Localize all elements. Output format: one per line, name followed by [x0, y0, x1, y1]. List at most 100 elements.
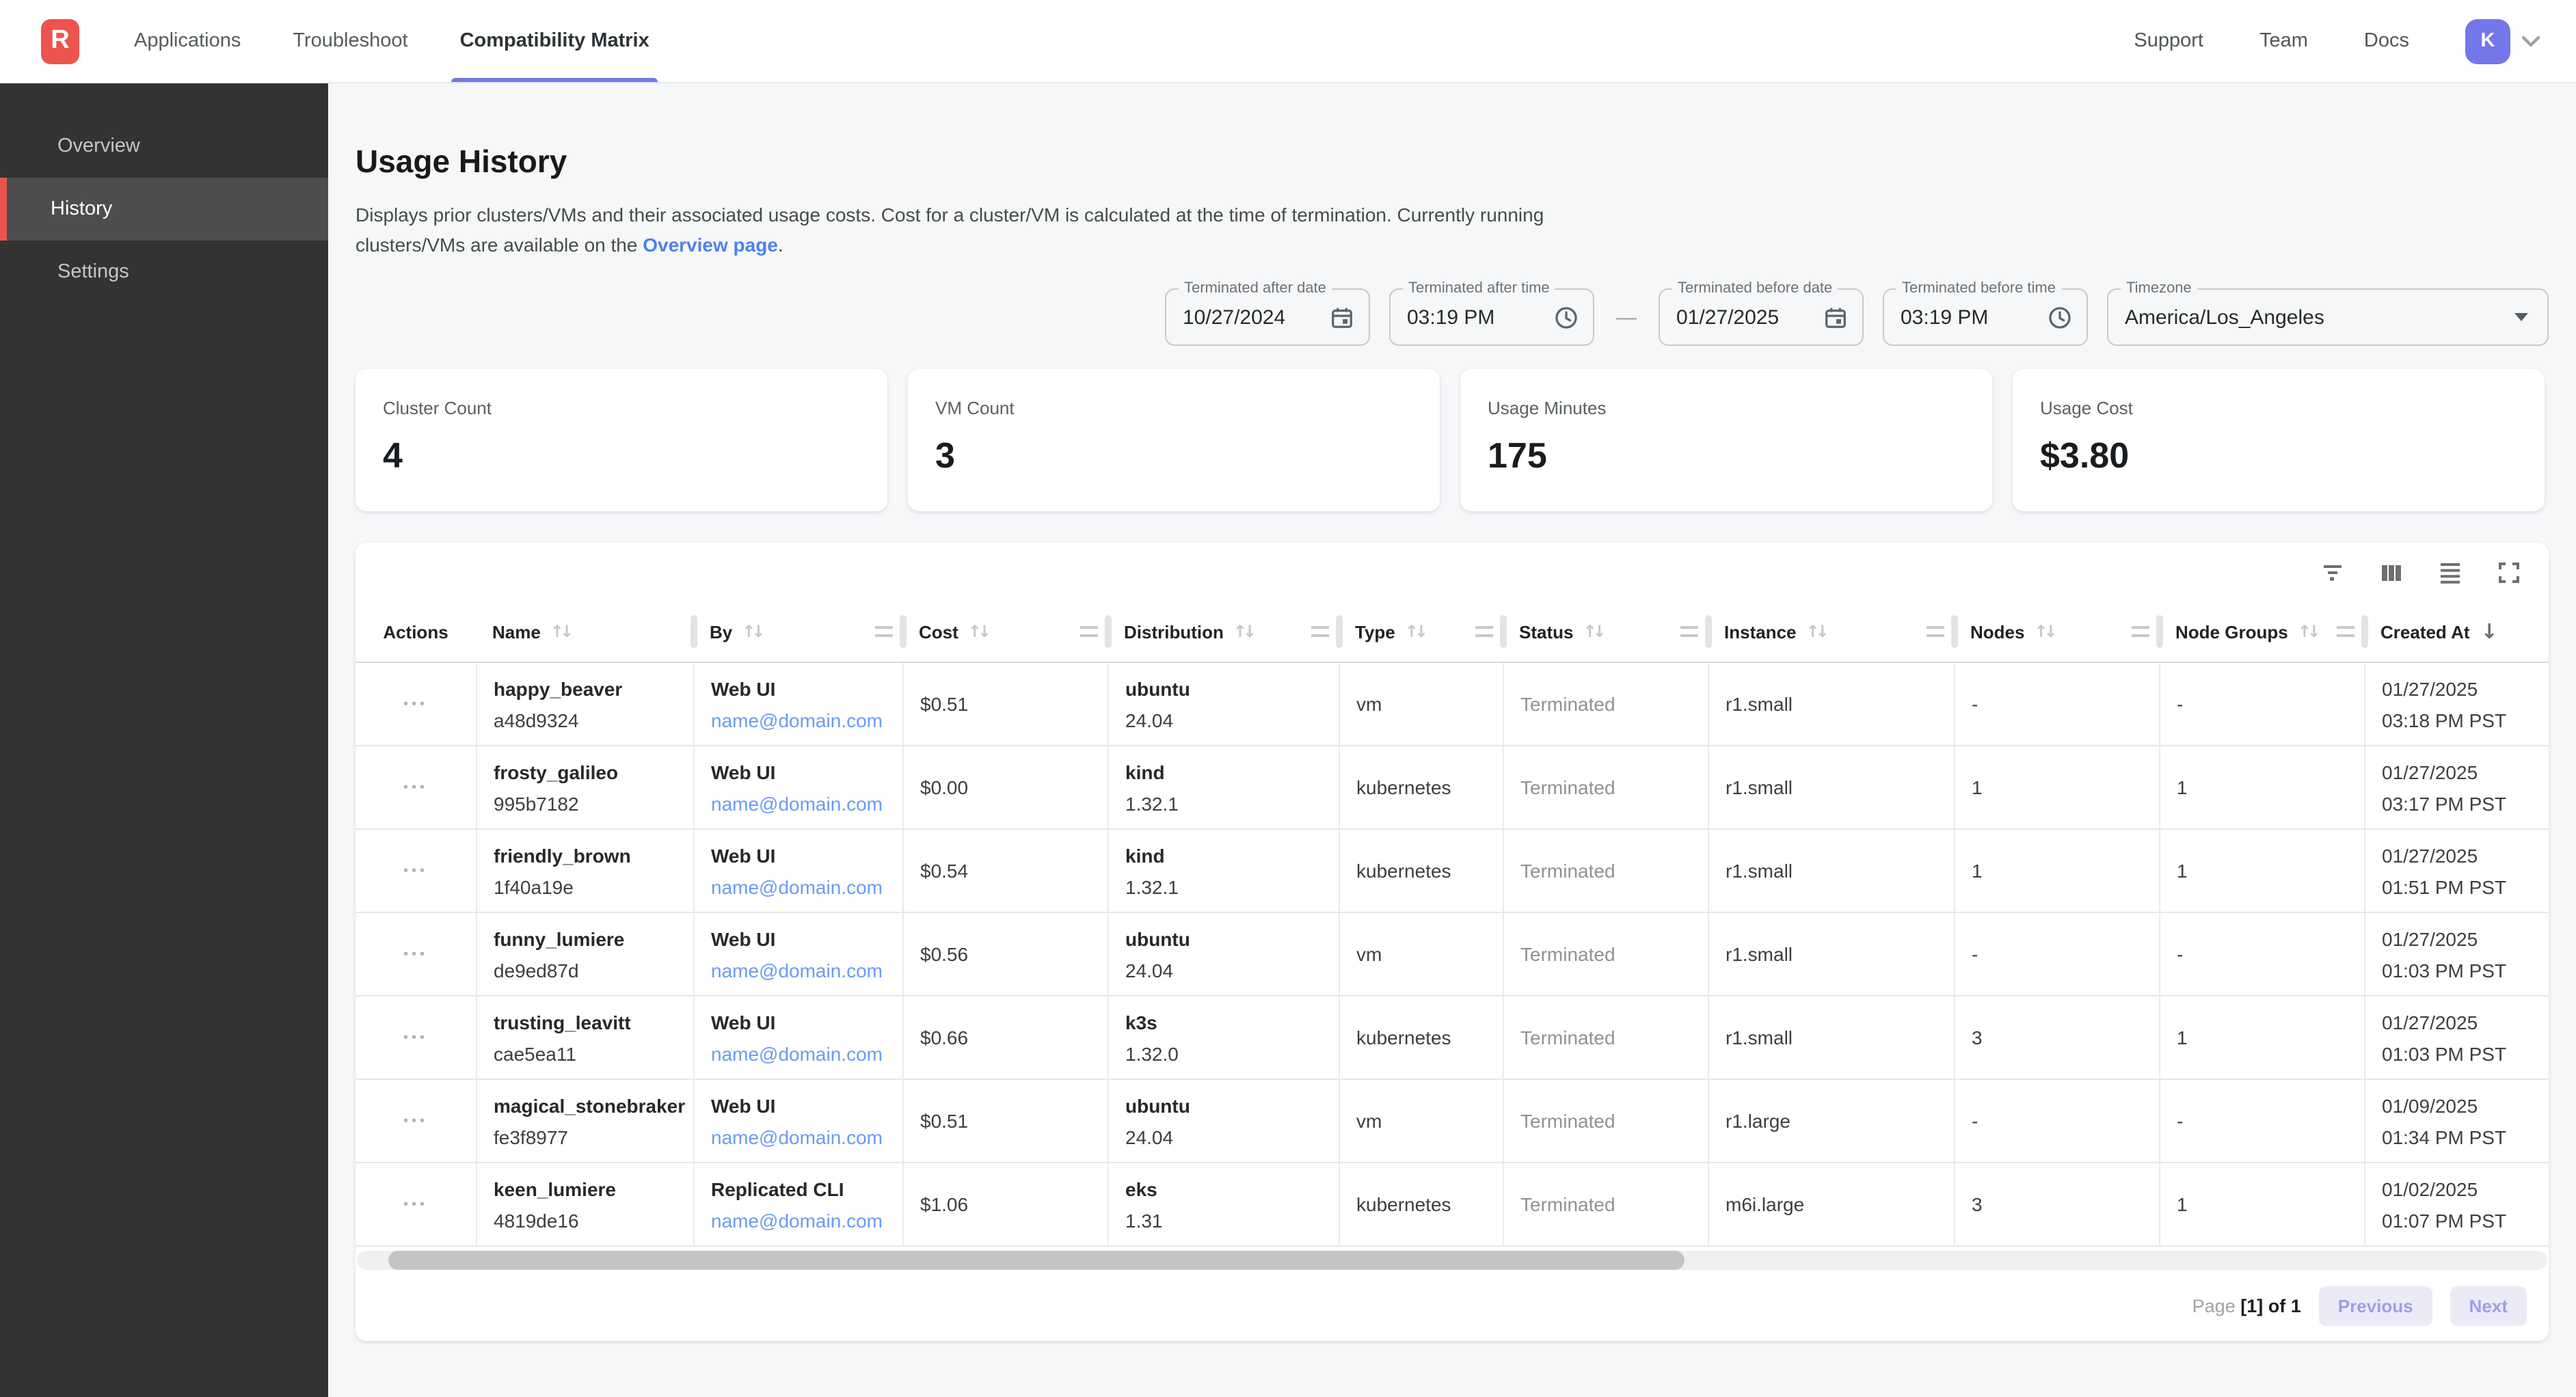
sort-icon[interactable]: ↑↓ [1405, 622, 1428, 641]
created-by-source: Web UI [711, 1011, 902, 1033]
drag-handle-icon[interactable] [1080, 626, 1098, 637]
replicated-logo[interactable]: R [41, 18, 79, 64]
by-cell: Replicated CLIname@domain.com [693, 1163, 902, 1245]
column-header-distribution[interactable]: Distribution↑↓ [1108, 601, 1339, 662]
tab-compatibility-matrix[interactable]: Compatibility Matrix [460, 0, 649, 82]
column-divider[interactable] [2156, 615, 2162, 648]
table-header-row: Actions Name↑↓ By↑↓ Cost↑↓ Distribution↑… [355, 601, 2549, 663]
drag-handle-icon[interactable] [1475, 626, 1493, 637]
column-header-by[interactable]: By↑↓ [693, 601, 902, 662]
row-actions-ellipsis-icon[interactable] [403, 1113, 428, 1128]
row-actions-ellipsis-icon[interactable] [403, 780, 428, 795]
column-header-instance[interactable]: Instance↑↓ [1708, 601, 1954, 662]
row-actions-ellipsis-icon[interactable] [403, 696, 428, 711]
row-actions-ellipsis-icon[interactable] [403, 1197, 428, 1212]
sort-icon[interactable]: ↑↓ [2298, 622, 2321, 641]
column-divider[interactable] [1335, 615, 1342, 648]
column-header-type[interactable]: Type↑↓ [1339, 601, 1503, 662]
column-header-cost[interactable]: Cost↑↓ [902, 601, 1108, 662]
drag-handle-icon[interactable] [1927, 626, 1944, 637]
sidebar-item-overview[interactable]: Overview [0, 115, 328, 178]
sort-desc-icon[interactable]: ↓ [2481, 619, 2498, 644]
drag-handle-icon[interactable] [1311, 626, 1329, 637]
fullscreen-icon[interactable] [2495, 558, 2523, 586]
terminated-before-date-field[interactable]: Terminated before date 01/27/2025 [1659, 288, 1864, 346]
column-divider[interactable] [899, 615, 906, 648]
column-divider[interactable] [690, 615, 697, 648]
created-by-email-link[interactable]: name@domain.com [711, 1209, 902, 1231]
overview-page-link[interactable]: Overview page [643, 233, 778, 255]
sort-icon[interactable]: ↑↓ [968, 622, 991, 641]
status-badge: Terminated [1520, 693, 1708, 715]
column-label: Name [492, 621, 541, 642]
density-toggle-icon[interactable] [2437, 558, 2464, 586]
column-header-nodes[interactable]: Nodes↑↓ [1954, 601, 2159, 662]
column-divider[interactable] [1704, 615, 1711, 648]
column-divider[interactable] [2361, 615, 2367, 648]
sidebar-item-settings[interactable]: Settings [0, 241, 328, 303]
table-row: magical_stonebrakerfe3f8977 Web UIname@d… [355, 1080, 2549, 1163]
drag-handle-icon[interactable] [875, 626, 893, 637]
column-header-status[interactable]: Status↑↓ [1503, 601, 1708, 662]
calendar-icon[interactable] [1329, 304, 1355, 330]
terminated-after-time-field[interactable]: Terminated after time 03:19 PM [1389, 288, 1594, 346]
page-title: Usage History [355, 142, 2549, 180]
status-cell: Terminated [1503, 830, 1708, 912]
actions-cell [355, 913, 476, 995]
created-by-email-link[interactable]: name@domain.com [711, 792, 902, 814]
sort-icon[interactable]: ↑↓ [1583, 622, 1606, 641]
column-header-node-groups[interactable]: Node Groups↑↓ [2159, 601, 2364, 662]
sort-icon[interactable]: ↑↓ [2034, 622, 2057, 641]
created-by-email-link[interactable]: name@domain.com [711, 1042, 902, 1064]
usage-history-page: R Applications Troubleshoot Compatibilit… [0, 0, 2576, 1397]
created-by-source: Web UI [711, 761, 902, 783]
drag-handle-icon[interactable] [2132, 626, 2149, 637]
column-header-name[interactable]: Name ↑↓ [476, 601, 693, 662]
sidebar-item-history[interactable]: History [0, 178, 328, 241]
cost-value: $0.51 [920, 693, 1108, 715]
column-divider[interactable] [1950, 615, 1957, 648]
drag-handle-icon[interactable] [2337, 626, 2354, 637]
drag-handle-icon[interactable] [1680, 626, 1698, 637]
row-actions-ellipsis-icon[interactable] [403, 863, 428, 878]
created-at-cell: 01/27/202503:17 PM PST [2364, 746, 2549, 828]
sort-icon[interactable]: ↑↓ [1806, 622, 1829, 641]
created-by-email-link[interactable]: name@domain.com [711, 876, 902, 897]
status-cell: Terminated [1503, 746, 1708, 828]
tab-applications[interactable]: Applications [134, 0, 241, 82]
user-menu[interactable]: K [2465, 18, 2540, 64]
column-divider[interactable] [1499, 615, 1506, 648]
sort-icon[interactable]: ↑↓ [742, 622, 765, 641]
table-body: happy_beavera48d9324 Web UIname@domain.c… [355, 663, 2549, 1247]
nav-link-docs[interactable]: Docs [2364, 30, 2409, 52]
stat-cards: Cluster Count 4 VM Count 3 Usage Minutes… [355, 369, 2549, 511]
next-page-button[interactable]: Next [2450, 1286, 2527, 1326]
tab-troubleshoot[interactable]: Troubleshoot [293, 0, 407, 82]
nav-link-team[interactable]: Team [2259, 30, 2308, 52]
previous-page-button[interactable]: Previous [2319, 1286, 2432, 1326]
created-by-email-link[interactable]: name@domain.com [711, 959, 902, 981]
clock-icon[interactable] [2047, 304, 2073, 330]
show-hide-columns-icon[interactable] [2378, 558, 2405, 586]
sort-icon[interactable]: ↑↓ [550, 622, 574, 641]
type-value: kubernetes [1356, 776, 1503, 798]
row-actions-ellipsis-icon[interactable] [403, 947, 428, 962]
created-by-email-link[interactable]: name@domain.com [711, 709, 902, 731]
timezone-select[interactable]: Timezone America/Los_Angeles [2107, 288, 2549, 346]
sort-icon[interactable]: ↑↓ [1233, 622, 1257, 641]
column-divider[interactable] [1104, 615, 1111, 648]
actions-cell [355, 996, 476, 1079]
created-at-cell: 01/27/202501:51 PM PST [2364, 830, 2549, 912]
clock-icon[interactable] [1553, 304, 1579, 330]
created-by-email-link[interactable]: name@domain.com [711, 1126, 902, 1148]
column-header-created-at[interactable]: Created At↓ [2364, 601, 2549, 662]
calendar-icon[interactable] [1823, 304, 1849, 330]
row-actions-ellipsis-icon[interactable] [403, 1030, 428, 1045]
filter-icon[interactable] [2319, 558, 2346, 586]
table-row: trusting_leavittcae5ea11 Web UIname@doma… [355, 996, 2549, 1080]
distribution-version: 1.32.0 [1125, 1042, 1339, 1064]
terminated-after-date-field[interactable]: Terminated after date 10/27/2024 [1165, 288, 1370, 346]
terminated-before-time-field[interactable]: Terminated before time 03:19 PM [1883, 288, 2088, 346]
nav-link-support[interactable]: Support [2134, 30, 2203, 52]
scrollbar-thumb[interactable] [388, 1251, 1685, 1270]
